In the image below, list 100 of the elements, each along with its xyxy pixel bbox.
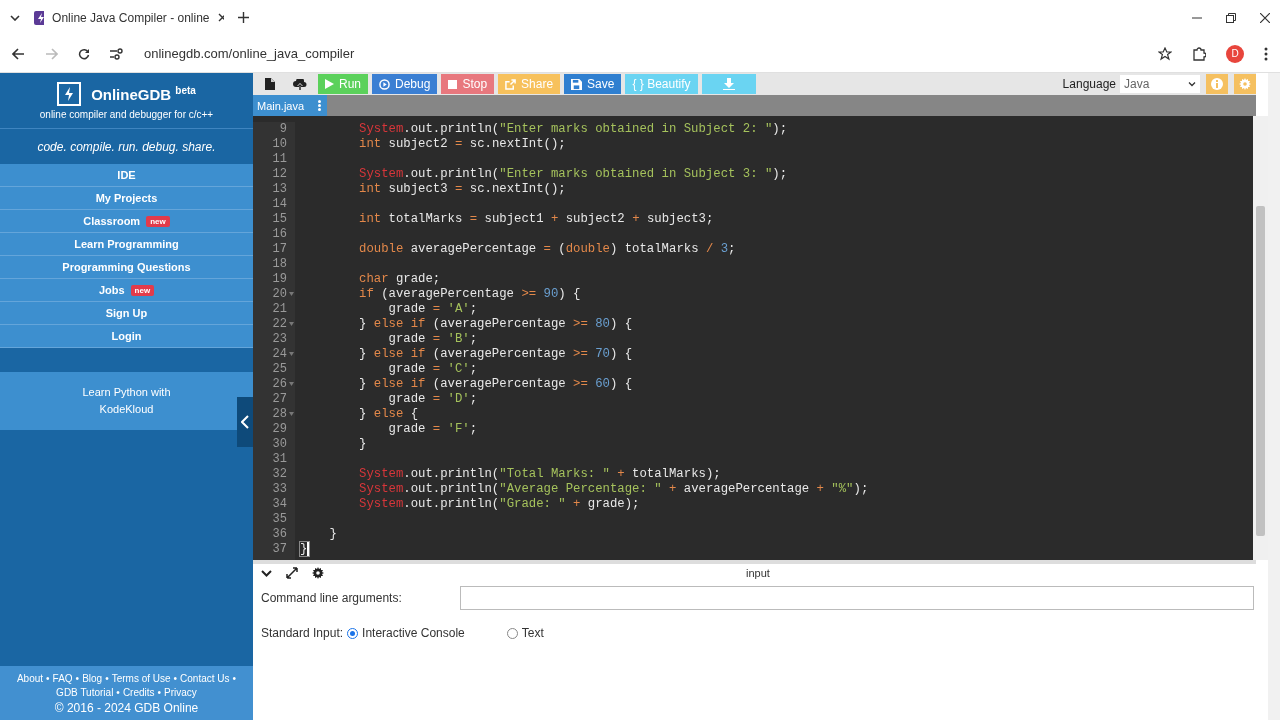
code-line: char grade; xyxy=(358,272,441,287)
chevron-left-icon xyxy=(241,415,249,429)
fold-icon[interactable] xyxy=(289,382,294,386)
sidebar-item[interactable]: Programming Questions xyxy=(0,256,253,279)
brand-name[interactable]: OnlineGDB $^{beta}$ xyxy=(91,84,196,103)
page-scrollbar[interactable] xyxy=(1268,73,1280,720)
line-number: 22 xyxy=(272,317,287,332)
line-number: 30 xyxy=(272,437,287,452)
info-icon xyxy=(1211,78,1223,90)
radio-button[interactable] xyxy=(347,627,359,639)
save-button[interactable]: Save xyxy=(564,74,622,94)
sidebar-item[interactable]: Classroom new xyxy=(0,210,253,233)
sidebar-item[interactable]: Login xyxy=(0,325,253,348)
line-number: 10 xyxy=(272,137,287,152)
chevron-down-icon xyxy=(261,569,272,577)
site-settings-icon[interactable] xyxy=(110,47,124,60)
sidebar-item[interactable]: IDE xyxy=(0,164,253,187)
line-number: 13 xyxy=(272,182,287,197)
fold-icon[interactable] xyxy=(289,412,294,416)
line-number: 34 xyxy=(272,497,287,512)
tab-title[interactable]: Online Java Compiler - online xyxy=(52,10,210,25)
code-line: } else if (averagePercentage >= 60) { xyxy=(358,377,633,392)
sidebar-item[interactable]: My Projects xyxy=(0,187,253,210)
line-number: 17 xyxy=(272,242,287,257)
code-line: } xyxy=(358,437,367,452)
puzzle-icon[interactable] xyxy=(1192,46,1206,61)
sidebar-item[interactable]: Jobs new xyxy=(0,279,253,302)
settings-button[interactable] xyxy=(312,567,324,579)
args-field[interactable] xyxy=(460,586,1254,610)
line-number: 12 xyxy=(272,167,287,182)
language-select[interactable]: Java xyxy=(1120,75,1200,93)
fold-icon[interactable] xyxy=(289,292,294,296)
footer-link[interactable]: About xyxy=(16,672,44,684)
more-icon[interactable] xyxy=(318,100,322,111)
scrollbar[interactable] xyxy=(1253,116,1268,560)
code-line: grade = 'F'; xyxy=(387,422,478,437)
fold-icon[interactable] xyxy=(289,352,294,356)
radio-button[interactable] xyxy=(506,627,518,639)
line-number: 27 xyxy=(272,392,287,407)
code-line: System.out.println("Average Percentage: " + averagePercentage + "%"); xyxy=(358,482,869,497)
play-icon xyxy=(325,79,334,89)
code-line: int subject3 = sc.nextInt(); xyxy=(358,182,566,197)
code-line: System.out.println("Enter marks obtained in Subject 3: "); xyxy=(358,167,788,182)
settings-icon xyxy=(312,567,324,579)
address-bar[interactable]: onlinegdb.com/online_java_compiler xyxy=(144,46,1138,61)
footer-link[interactable]: GDB Tutorial xyxy=(56,686,114,698)
restore-icon[interactable] xyxy=(1226,12,1236,23)
footer-link[interactable]: Blog xyxy=(82,672,103,684)
code-line: System.out.println("Total Marks: " + totalMarks); xyxy=(358,467,721,482)
tab-list-icon[interactable] xyxy=(10,14,20,21)
code-line: grade = 'C'; xyxy=(387,362,478,377)
footer-link[interactable]: Contact Us xyxy=(180,672,230,684)
line-number: 20 xyxy=(272,287,287,302)
play-circle-icon xyxy=(379,78,390,90)
code-line: int totalMarks = subject1 + subject2 + subject3; xyxy=(358,212,714,227)
args-label: Command line arguments: xyxy=(261,591,403,605)
file-tab[interactable]: Main.java xyxy=(253,95,328,116)
profile-avatar[interactable]: D xyxy=(1226,44,1244,63)
footer-link[interactable]: Terms of Use xyxy=(111,672,171,684)
share-icon xyxy=(505,78,517,90)
reload-icon[interactable] xyxy=(78,47,90,60)
stop-button[interactable]: Stop xyxy=(441,74,495,94)
line-number: 9 xyxy=(279,122,287,137)
separator: • xyxy=(173,672,178,684)
close-icon[interactable] xyxy=(217,13,224,22)
sidebar-item[interactable]: Sign Up xyxy=(0,302,253,325)
caret-icon xyxy=(1188,81,1196,87)
line-number: 35 xyxy=(272,512,287,527)
tagline: online compiler and debugger for c/c++ xyxy=(39,108,214,120)
favicon-icon xyxy=(34,10,45,25)
code-line: if (averagePercentage >= 90) { xyxy=(358,287,581,302)
radio-label[interactable]: Interactive Console xyxy=(362,626,465,640)
code-line: } xyxy=(328,527,337,542)
copyright: © 2016 - 2024 GDB Online xyxy=(54,700,199,715)
expand-button[interactable] xyxy=(286,567,298,579)
new-tab-icon[interactable] xyxy=(238,12,249,23)
settings-icon xyxy=(1239,78,1251,90)
footer-link[interactable]: Privacy xyxy=(164,686,197,698)
code-line: grade = 'A'; xyxy=(387,302,478,317)
run-button[interactable]: Run xyxy=(318,74,368,94)
sidebar-item[interactable]: Learn Programming xyxy=(0,233,253,256)
line-number: 14 xyxy=(272,197,287,212)
separator: • xyxy=(46,672,50,684)
footer-link[interactable]: FAQ xyxy=(52,672,73,684)
radio-label[interactable]: Text xyxy=(521,626,544,640)
back-icon[interactable] xyxy=(12,47,25,60)
separator: • xyxy=(157,686,162,698)
footer-link[interactable]: Credits xyxy=(122,686,155,698)
line-number: 19 xyxy=(272,272,287,287)
star-icon[interactable] xyxy=(1158,46,1172,61)
fold-icon[interactable] xyxy=(289,322,294,326)
collapse-button[interactable] xyxy=(261,569,272,577)
logo-icon[interactable] xyxy=(57,81,82,106)
collapse-button[interactable] xyxy=(237,397,253,447)
debug-button[interactable]: Debug xyxy=(372,74,438,94)
menu-icon[interactable] xyxy=(1264,46,1268,61)
stdin-label: Standard Input: xyxy=(261,626,344,640)
close-icon[interactable] xyxy=(1260,12,1270,23)
stop-icon xyxy=(448,79,458,89)
line-number: 36 xyxy=(272,527,287,542)
